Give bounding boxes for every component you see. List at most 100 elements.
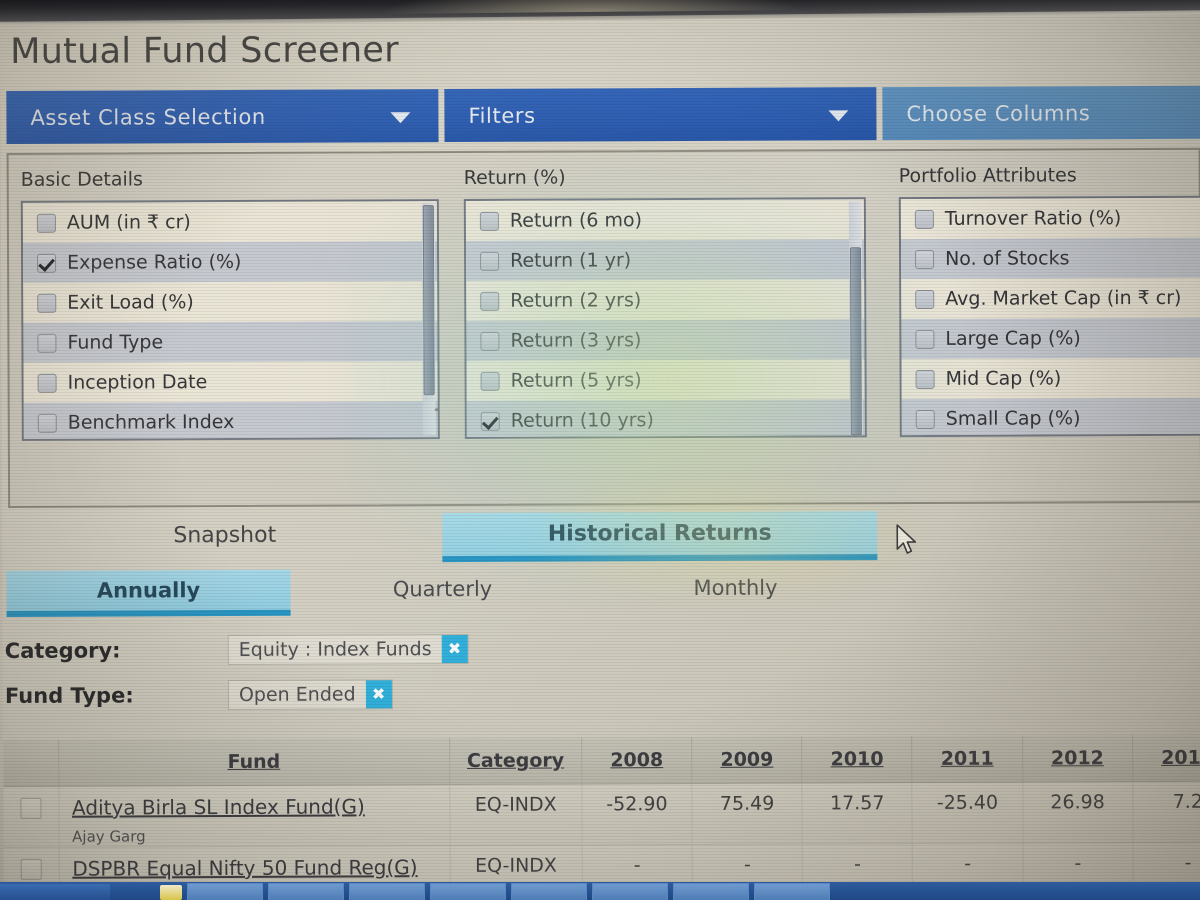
checkbox-icon[interactable] (480, 371, 500, 391)
row-checkbox-icon[interactable] (20, 797, 42, 819)
scrollbar-thumb[interactable] (422, 205, 435, 396)
checkbox-icon[interactable] (480, 251, 500, 271)
portfolio-attributes-listbox[interactable]: Turnover Ratio (%) No. of Stocks Avg. Ma… (898, 195, 1200, 438)
option-label: Fund Type (67, 331, 164, 354)
column-header-2011[interactable]: 2011 (912, 735, 1023, 783)
column-header-2012[interactable]: 2012 (1022, 735, 1133, 783)
taskbar-icon-firefox[interactable] (160, 885, 182, 900)
nav-tab-label: Filters (468, 103, 536, 128)
group-title: Basic Details (20, 168, 143, 191)
column-header-fund[interactable]: Fund (58, 738, 450, 787)
close-icon[interactable]: ✖ (365, 680, 392, 709)
option-label: Small Cap (%) (945, 407, 1081, 430)
nav-tab-asset-class-selection[interactable]: Asset Class Selection (6, 89, 439, 144)
windows-taskbar[interactable] (0, 882, 1200, 900)
column-header-category[interactable]: Category (449, 737, 582, 785)
results-table-container[interactable]: Fund Category 2008 2009 2010 2011 2012 2… (3, 734, 1200, 900)
filter-label-category: Category: (4, 638, 121, 663)
taskbar-window-8[interactable] (754, 883, 830, 900)
column-header-2013[interactable]: 2013 (1132, 734, 1200, 782)
filter-row-fund-type: Fund Type: Open Ended ✖ (3, 673, 703, 716)
tab-historical-returns[interactable]: Historical Returns (442, 511, 878, 563)
checkbox-icon[interactable] (480, 331, 500, 351)
option-label: Return (6 mo) (509, 209, 643, 232)
taskbar-window-6[interactable] (592, 883, 668, 900)
checkbox-icon[interactable] (479, 211, 499, 231)
column-header-2010[interactable]: 2010 (801, 736, 913, 784)
checkbox-icon[interactable] (915, 409, 935, 429)
fund-link[interactable]: DSPBR Equal Nifty 50 Fund Reg(G) (60, 855, 448, 881)
return-cell-2009: 75.49 (691, 783, 803, 845)
checkbox-icon[interactable] (480, 291, 500, 311)
checkbox-icon[interactable] (37, 293, 57, 313)
fund-cell[interactable]: Aditya Birla SL Index Fund(G) Ajay Garg (58, 784, 450, 848)
taskbar-window-2[interactable] (268, 883, 344, 900)
taskbar-window-5[interactable] (511, 883, 587, 900)
checkbox-option-return-5yrs[interactable]: Return (5 yrs) (466, 359, 865, 401)
checkbox-option-fund-type[interactable]: Fund Type (23, 321, 438, 363)
tab-monthly[interactable]: Monthly (642, 567, 828, 608)
fund-link[interactable]: Aditya Birla SL Index Fund(G) (60, 794, 448, 820)
checkbox-option-benchmark-index[interactable]: Benchmark Index (23, 401, 438, 441)
filter-chip-category[interactable]: Equity : Index Funds ✖ (227, 633, 469, 666)
option-label: Mid Cap (%) (945, 367, 1062, 390)
checkbox-checked-icon[interactable] (37, 253, 57, 273)
option-label: Return (3 yrs) (510, 329, 642, 352)
basic-details-listbox[interactable]: AUM (in ₹ cr) Expense Ratio (%) Exit Loa… (20, 199, 440, 441)
checkbox-option-mid-cap[interactable]: Mid Cap (%) (901, 357, 1200, 400)
fund-manager-name: Ajay Garg (72, 827, 146, 846)
checkbox-option-return-3yrs[interactable]: Return (3 yrs) (466, 319, 865, 361)
chip-label: Equity : Index Funds (238, 638, 432, 661)
scrollbar-thumb[interactable] (850, 247, 862, 436)
checkbox-option-return-10yrs[interactable]: Return (10 yrs) (466, 399, 865, 439)
nav-tab-choose-columns[interactable]: Choose Columns (882, 85, 1200, 141)
checkbox-icon[interactable] (37, 333, 57, 353)
checkbox-option-exit-load[interactable]: Exit Load (%) (23, 281, 438, 323)
taskbar-window-7[interactable] (673, 883, 749, 900)
checkbox-icon[interactable] (915, 249, 935, 269)
filter-chip-fund-type[interactable]: Open Ended ✖ (227, 679, 393, 711)
checkbox-option-large-cap[interactable]: Large Cap (%) (901, 317, 1200, 360)
checkbox-option-return-1yr[interactable]: Return (1 yr) (465, 239, 865, 281)
scrollbar-basic-details[interactable] (421, 203, 436, 436)
checkbox-icon[interactable] (36, 213, 56, 233)
checkbox-icon[interactable] (37, 413, 57, 433)
chip-label: Open Ended (238, 683, 356, 706)
checkbox-option-aum[interactable]: AUM (in ₹ cr) (22, 201, 437, 243)
row-checkbox-icon[interactable] (20, 858, 42, 880)
checkbox-icon[interactable] (914, 209, 934, 229)
checkbox-icon[interactable] (915, 289, 935, 309)
filter-label-fund-type: Fund Type: (4, 683, 134, 708)
checkbox-icon[interactable] (915, 369, 935, 389)
start-button[interactable] (0, 884, 110, 900)
checkbox-option-return-6mo[interactable]: Return (6 mo) (465, 199, 864, 241)
close-icon[interactable]: ✖ (441, 634, 468, 664)
checkbox-option-return-2yrs[interactable]: Return (2 yrs) (466, 279, 865, 321)
taskbar-window-3[interactable] (349, 883, 425, 900)
checkbox-option-small-cap[interactable]: Small Cap (%) (901, 397, 1200, 438)
checkbox-option-turnover-ratio[interactable]: Turnover Ratio (%) (900, 197, 1200, 240)
chevron-down-icon (390, 111, 411, 123)
tab-annually[interactable]: Annually (6, 569, 291, 617)
scrollbar-return[interactable] (848, 201, 863, 436)
checkbox-icon[interactable] (915, 329, 935, 349)
nav-tab-filters[interactable]: Filters (444, 87, 877, 143)
checkbox-option-avg-market-cap[interactable]: Avg. Market Cap (in ₹ cr) (901, 277, 1200, 320)
checkbox-checked-icon[interactable] (480, 411, 500, 431)
column-header-2009[interactable]: 2009 (691, 736, 803, 784)
row-select-cell[interactable] (3, 786, 59, 848)
checkbox-option-no-of-stocks[interactable]: No. of Stocks (900, 237, 1200, 280)
tab-quarterly[interactable]: Quarterly (347, 569, 537, 610)
column-header-2008[interactable]: 2008 (581, 736, 692, 784)
table-row[interactable]: Aditya Birla SL Index Fund(G) Ajay Garg … (3, 781, 1200, 848)
return-listbox[interactable]: Return (6 mo) Return (1 yr) Return (2 yr… (463, 197, 867, 439)
checkbox-icon[interactable] (37, 373, 57, 393)
tab-snapshot[interactable]: Snapshot (92, 513, 357, 557)
results-table: Fund Category 2008 2009 2010 2011 2012 2… (3, 734, 1200, 900)
tab-label: Historical Returns (547, 520, 772, 547)
option-label: Inception Date (67, 371, 208, 394)
taskbar-window-4[interactable] (430, 883, 506, 900)
checkbox-option-inception-date[interactable]: Inception Date (23, 361, 438, 403)
checkbox-option-expense-ratio[interactable]: Expense Ratio (%) (22, 241, 438, 283)
taskbar-window-1[interactable] (187, 883, 263, 900)
